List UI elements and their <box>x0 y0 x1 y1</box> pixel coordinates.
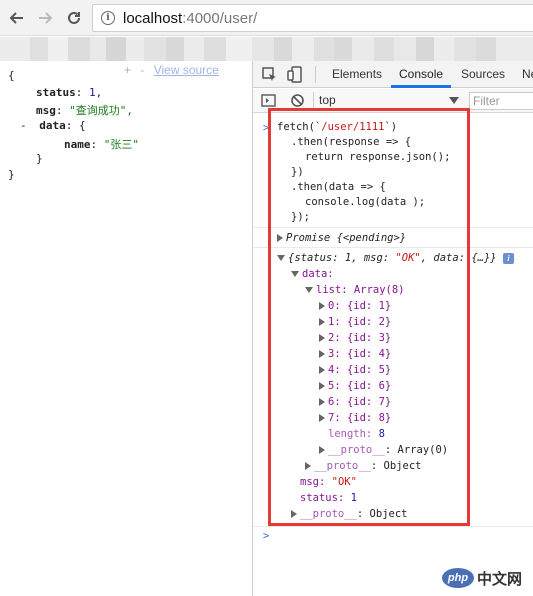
json-viewer-controls: + - View source <box>124 63 219 77</box>
tab-sources[interactable]: Sources <box>461 67 505 81</box>
dropdown-arrow-icon <box>449 97 459 104</box>
device-toolbar-icon[interactable] <box>287 66 304 83</box>
reload-icon <box>68 11 80 24</box>
json-data-close-brace: } <box>36 152 43 165</box>
json-key-data: data <box>39 119 66 132</box>
json-collapse-toggle[interactable]: - <box>20 119 27 132</box>
devtools-tab-bar: Elements Console Sources Ne <box>253 61 533 88</box>
blurred-bookmarks-bar <box>0 37 533 61</box>
collapse-all-button[interactable]: - <box>140 63 144 77</box>
highlight-annotation-box <box>268 108 470 526</box>
json-key-name: name <box>64 138 91 151</box>
address-url: localhost:4000/user/ <box>123 10 257 27</box>
console-divider <box>253 526 533 527</box>
url-host: localhost <box>123 9 183 27</box>
context-selector[interactable]: top <box>319 93 459 109</box>
json-close-brace: } <box>8 168 15 181</box>
expand-all-button[interactable]: + <box>124 63 131 77</box>
tab-network[interactable]: Ne <box>522 67 533 81</box>
info-icon[interactable]: i <box>101 11 115 25</box>
forward-button[interactable] <box>33 6 57 30</box>
active-tab-indicator <box>391 85 451 88</box>
json-value-status: 1, <box>89 86 103 99</box>
json-status-row: status: 1, <box>36 86 103 99</box>
json-open-brace: { <box>8 69 15 82</box>
json-data-open-brace: { <box>79 119 86 132</box>
forward-arrow-icon <box>39 12 53 24</box>
php-logo: php <box>442 568 474 588</box>
site-watermark: php 中文网 <box>442 566 528 590</box>
console-input-line[interactable]: > <box>263 529 269 544</box>
watermark-text: 中文网 <box>477 569 523 588</box>
back-arrow-icon <box>9 12 23 24</box>
reload-button[interactable] <box>62 6 86 30</box>
back-button[interactable] <box>5 6 29 30</box>
tab-elements[interactable]: Elements <box>332 67 382 81</box>
json-value-msg: "查询成功", <box>69 104 133 117</box>
page-json-view: + - View source { status: 1, msg: "查询成功"… <box>0 61 252 596</box>
prompt-icon: > <box>263 530 270 542</box>
view-source-link[interactable]: View source <box>154 63 219 77</box>
json-msg-row: msg: "查询成功", <box>36 104 133 117</box>
json-key-status: status <box>36 86 76 99</box>
context-selector-value: top <box>319 93 336 107</box>
json-data-row: - data: { <box>20 119 86 132</box>
tab-console[interactable]: Console <box>399 67 443 81</box>
json-key-msg: msg <box>36 104 56 117</box>
clear-console-icon[interactable] <box>290 93 305 108</box>
url-path: :4000/user/ <box>182 9 258 27</box>
json-name-row: name: "张三" <box>64 138 139 151</box>
info-badge-icon[interactable]: i <box>502 252 514 264</box>
browser-toolbar: i localhost:4000/user/ <box>0 0 533 36</box>
json-value-name: "张三" <box>103 138 139 151</box>
address-bar[interactable]: i localhost:4000/user/ <box>92 4 533 32</box>
console-filter-input[interactable]: Filter <box>469 92 533 110</box>
show-drawer-icon[interactable] <box>261 93 276 108</box>
inspect-element-icon[interactable] <box>261 66 278 83</box>
